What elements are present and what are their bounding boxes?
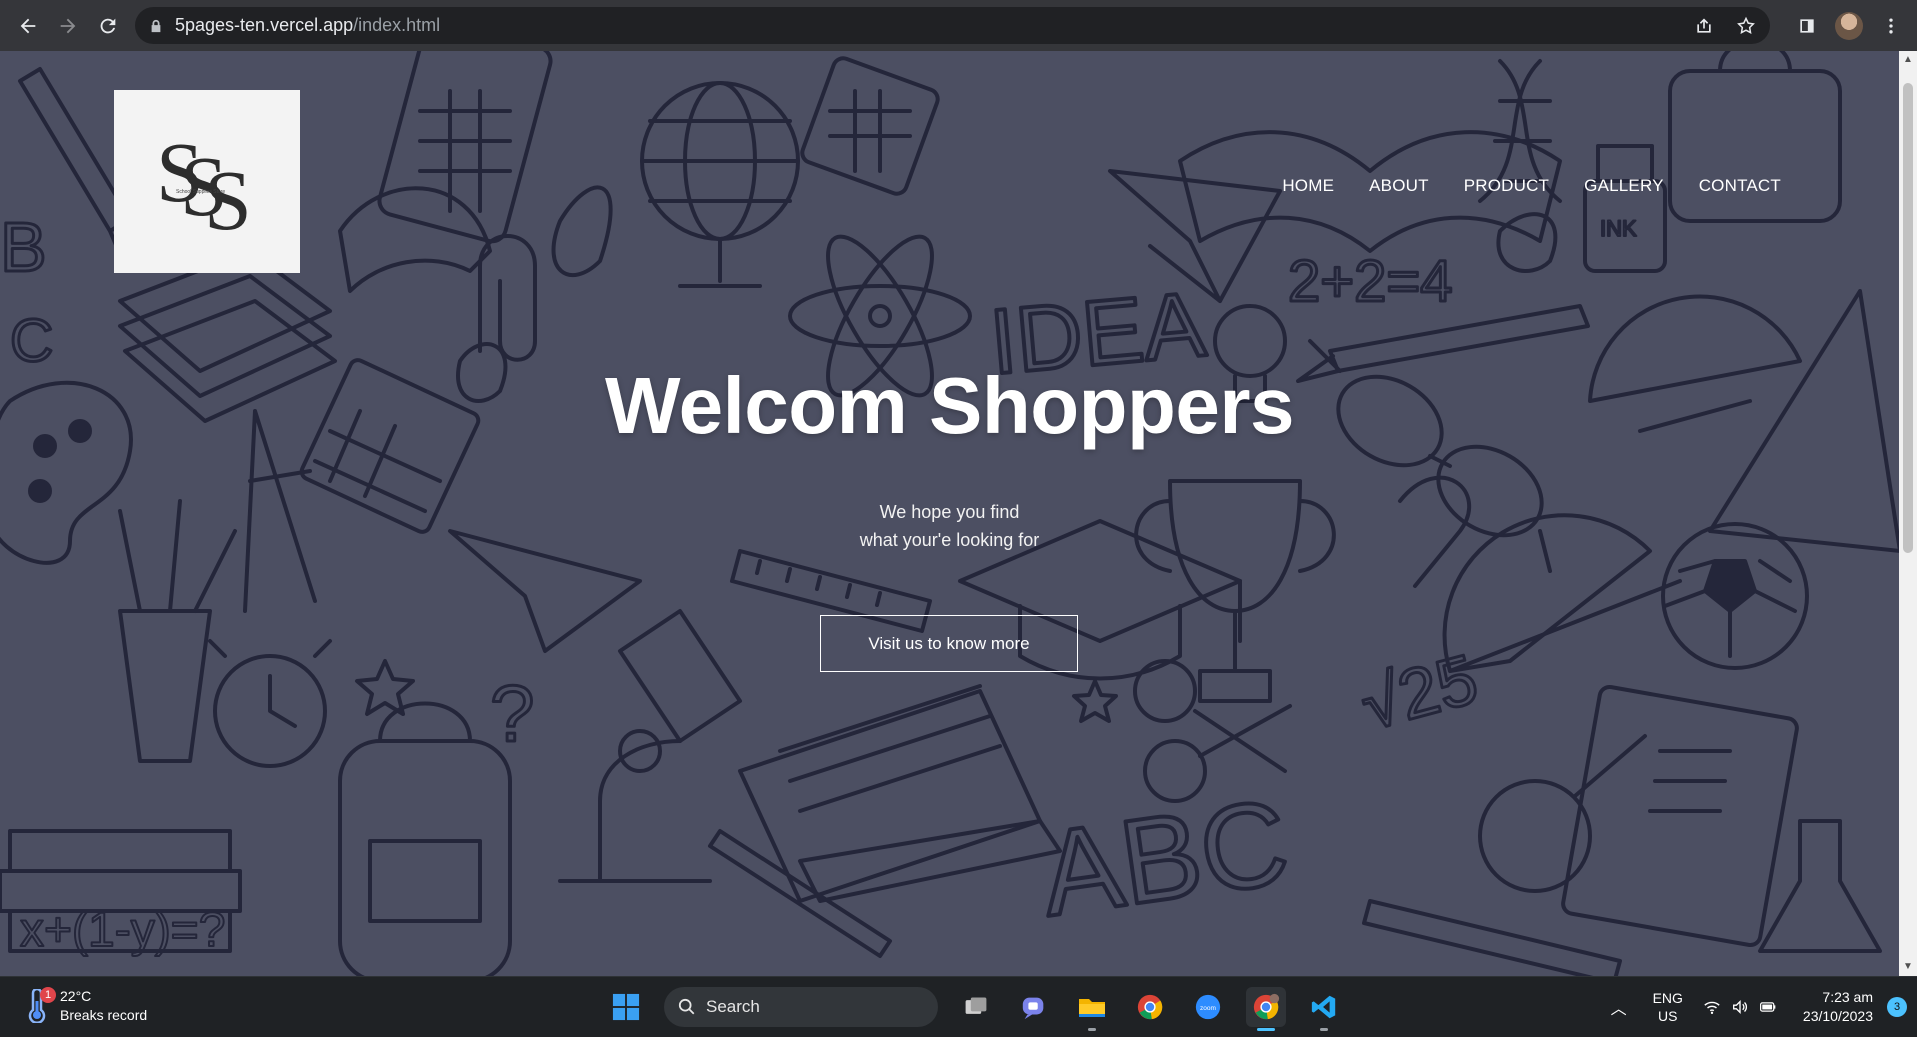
share-icon[interactable] — [1694, 16, 1714, 36]
svg-text:zoom: zoom — [1200, 1005, 1216, 1012]
language-code: ENG — [1652, 990, 1683, 1006]
reload-icon — [100, 18, 116, 33]
nav-product[interactable]: PRODUCT — [1464, 176, 1549, 196]
clock-time: 7:23 am — [1822, 989, 1873, 1005]
url-host: 5pages-ten.vercel.app — [175, 15, 354, 35]
hero-subtitle-line-2: what your'e looking for — [859, 530, 1040, 550]
system-tray: ︿ ENG US 7:23 am 23/10/2023 3 — [1611, 977, 1917, 1037]
wifi-icon — [1704, 1001, 1720, 1015]
page-viewport: IDEA 2+2=4 INK ABC √25 x+(1-y)=? B C ? S… — [0, 51, 1899, 976]
page-scrollbar[interactable]: ▲ ▼ — [1899, 51, 1917, 976]
taskbar: 1 22°C Breaks record Search zoom ︿ ENG U… — [0, 976, 1917, 1036]
forward-button[interactable] — [48, 6, 88, 46]
hero-subtitle: We hope you find what your'e looking for — [0, 498, 1899, 554]
menu-dots-icon[interactable] — [1881, 16, 1901, 36]
forward-arrow-icon — [60, 18, 76, 33]
search-label: Search — [706, 997, 760, 1016]
chat-icon — [1022, 997, 1044, 1020]
zoom-button[interactable]: zoom — [1188, 987, 1228, 1027]
logo-letters: S S S — [152, 127, 262, 243]
site-logo[interactable]: S S S School Supplies Store — [114, 90, 300, 273]
back-arrow-icon — [20, 18, 36, 33]
thermometer-icon: 1 — [24, 987, 56, 1024]
taskbar-search[interactable]: Search — [664, 987, 938, 1027]
site-navigation: HOME ABOUT PRODUCT GALLERY CONTACT — [1282, 176, 1781, 196]
address-bar[interactable]: 5pages-ten.vercel.app/index.html — [135, 7, 1770, 44]
bookmark-star-icon[interactable] — [1736, 16, 1756, 36]
task-view-button[interactable] — [956, 987, 996, 1027]
nav-about[interactable]: ABOUT — [1369, 176, 1429, 196]
scroll-up-arrow-icon[interactable]: ▲ — [1903, 55, 1913, 65]
chrome-profile-icon — [1253, 993, 1280, 1020]
windows-logo-icon — [612, 993, 640, 1021]
logo-mark: S S S School Supplies Store — [152, 127, 262, 243]
weather-description: Breaks record — [60, 1007, 148, 1023]
browser-toolbar: 5pages-ten.vercel.app/index.html — [0, 0, 1917, 51]
region-code: US — [1658, 1008, 1678, 1024]
running-indicator — [1320, 1028, 1328, 1031]
clock-date: 23/10/2023 — [1802, 1008, 1873, 1024]
nav-gallery[interactable]: GALLERY — [1584, 176, 1664, 196]
weather-badge: 1 — [40, 987, 56, 1003]
side-panel-icon[interactable] — [1797, 16, 1817, 36]
teams-chat-button[interactable] — [1014, 987, 1054, 1027]
visit-us-button[interactable]: Visit us to know more — [820, 615, 1078, 672]
start-button[interactable] — [606, 987, 646, 1027]
volume-icon — [1732, 999, 1747, 1015]
running-indicator — [1257, 1028, 1275, 1031]
folder-icon — [1079, 999, 1105, 1017]
nav-home[interactable]: HOME — [1282, 176, 1334, 196]
nav-contact[interactable]: CONTACT — [1699, 176, 1781, 196]
chrome-button[interactable] — [1130, 987, 1170, 1027]
weather-temperature: 22°C — [60, 988, 92, 1004]
url-path: /index.html — [353, 15, 441, 35]
battery-icon — [1759, 1002, 1776, 1012]
profile-avatar[interactable] — [1835, 11, 1863, 40]
system-clock[interactable]: 7:23 am 23/10/2023 — [1803, 988, 1873, 1026]
file-explorer-button[interactable] — [1072, 987, 1112, 1031]
task-view-icon — [965, 997, 987, 1014]
lock-icon — [151, 19, 161, 32]
hero-subtitle-line-1: We hope you find — [879, 502, 1020, 522]
reload-button[interactable] — [88, 6, 128, 46]
zoom-icon: zoom — [1195, 994, 1221, 1020]
chrome-profile-button[interactable] — [1246, 987, 1286, 1031]
show-hidden-icons-chevron-icon[interactable]: ︿ — [1611, 995, 1627, 1019]
hero-title: Welcom Shoppers — [605, 361, 1294, 450]
input-language[interactable]: ENG US — [1653, 989, 1683, 1025]
vscode-icon — [1311, 995, 1336, 1019]
logo-letter-3: S — [204, 151, 252, 248]
quick-settings[interactable] — [1703, 998, 1777, 1016]
vscode-button[interactable] — [1304, 987, 1344, 1031]
scroll-down-arrow-icon[interactable]: ▼ — [1903, 962, 1913, 972]
notification-badge[interactable]: 3 — [1887, 997, 1907, 1017]
search-icon — [678, 998, 695, 1015]
back-button[interactable] — [8, 6, 48, 46]
running-indicator — [1088, 1028, 1096, 1031]
weather-widget[interactable]: 1 22°C Breaks record — [24, 987, 147, 1025]
scrollbar-thumb[interactable] — [1903, 83, 1913, 553]
logo-tagline: School Supplies Store — [176, 188, 226, 195]
chrome-icon — [1137, 994, 1163, 1020]
